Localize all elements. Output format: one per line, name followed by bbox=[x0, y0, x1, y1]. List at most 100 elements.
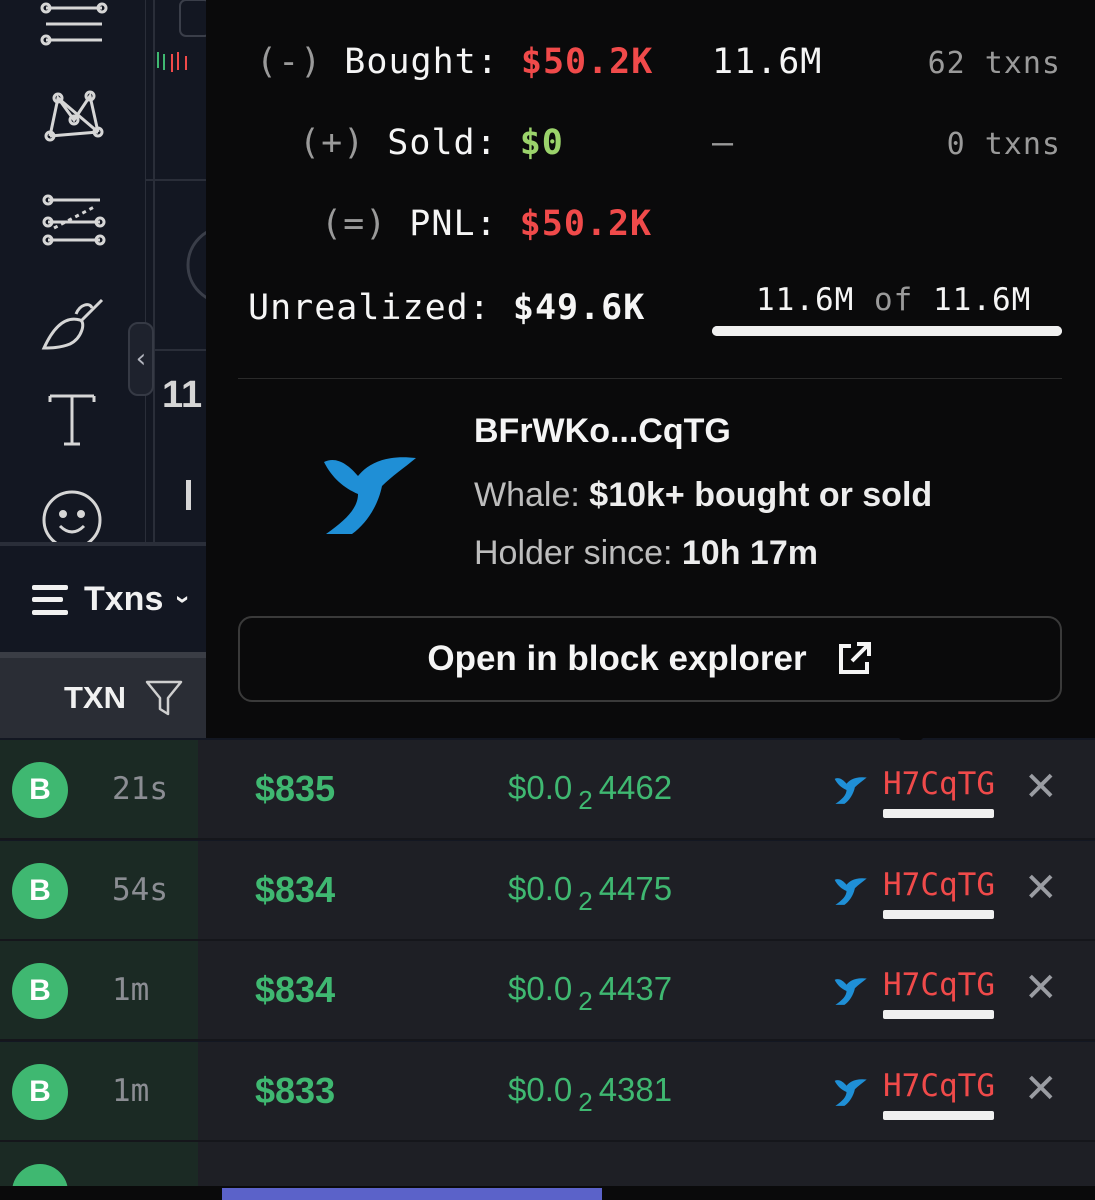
price-prefix: $0.0 bbox=[508, 869, 573, 907]
bought-usd: $50.2K bbox=[520, 42, 654, 82]
maker-underline bbox=[883, 1110, 994, 1120]
close-icon[interactable]: ✕ bbox=[1024, 764, 1058, 810]
bought-sign: (-) bbox=[256, 42, 323, 82]
txn-price: $0.0 2 4381 bbox=[508, 1071, 672, 1118]
sold-label: Sold: bbox=[387, 123, 498, 163]
price-digits: 4462 bbox=[598, 769, 673, 806]
txn-price: $0.0 2 4437 bbox=[508, 970, 672, 1017]
filter-icon[interactable] bbox=[144, 678, 184, 718]
pattern-tool[interactable] bbox=[30, 76, 114, 156]
bought-row: (-) Bought: $50.2K bbox=[256, 42, 653, 82]
text-tool[interactable] bbox=[30, 378, 114, 458]
sold-txns: 0 txns bbox=[946, 127, 1061, 162]
whale-icon bbox=[832, 875, 868, 911]
whale-description: $10k+ bought or sold bbox=[589, 476, 933, 514]
chevron-down-icon: › bbox=[169, 595, 200, 604]
txn-age: 1m bbox=[112, 972, 150, 1008]
txn-age: 1m bbox=[112, 1072, 150, 1109]
horizontal-lines-icon bbox=[40, 2, 108, 46]
txn-usd: $835 bbox=[255, 768, 336, 809]
holdings-progress-fill bbox=[712, 326, 1062, 336]
txn-column-label: TXN bbox=[64, 680, 126, 715]
holdings-text: 11.6M of 11.6M bbox=[756, 282, 1031, 318]
pnl-usd: $50.2K bbox=[519, 204, 653, 244]
txn-price: $0.0 2 4475 bbox=[508, 870, 672, 917]
holdings-total: 11.6M bbox=[933, 282, 1032, 318]
open-block-explorer-label: Open in block explorer bbox=[427, 639, 807, 678]
list-icon bbox=[32, 584, 68, 615]
txns-tab-bar: Txns › bbox=[0, 542, 206, 654]
holdings-progress-bar bbox=[712, 326, 1062, 336]
txn-price: $0.0 2 4462 bbox=[508, 769, 672, 816]
unrealized-label: Unrealized: bbox=[248, 288, 491, 328]
pnl-label: PNL: bbox=[409, 204, 498, 244]
text-tool-icon bbox=[48, 394, 96, 446]
price-zero-count: 2 bbox=[578, 986, 593, 1016]
sold-tokens: — bbox=[712, 123, 735, 163]
bought-tokens: 11.6M bbox=[712, 42, 823, 82]
collapse-toolbar-button[interactable]: ‹ bbox=[128, 322, 154, 396]
chevron-left-icon: ‹ bbox=[135, 344, 147, 374]
maker-link[interactable]: H7CqTG bbox=[883, 867, 995, 903]
open-block-explorer-button[interactable]: Open in block explorer bbox=[238, 616, 1062, 702]
brush-tool[interactable] bbox=[30, 282, 114, 362]
holder-since-label: Holder since: bbox=[474, 534, 673, 572]
drawing-toolbar bbox=[0, 0, 146, 550]
maker-link[interactable]: H7CqTG bbox=[883, 1068, 995, 1104]
bought-label: Bought: bbox=[344, 42, 499, 82]
price-digits: 4475 bbox=[598, 869, 673, 907]
chart-grid bbox=[146, 0, 206, 542]
price-zero-count: 2 bbox=[578, 1086, 593, 1117]
close-icon[interactable]: ✕ bbox=[1024, 965, 1058, 1011]
price-digits: 4437 bbox=[598, 970, 673, 1007]
price-prefix: $0.0 bbox=[508, 769, 573, 806]
price-prefix: $0.0 bbox=[508, 1070, 573, 1108]
horizontal-lines-tool[interactable] bbox=[30, 0, 114, 62]
pattern-icon bbox=[44, 90, 104, 142]
holder-since: Holder since: 10h 17m bbox=[474, 534, 818, 573]
sold-usd: $0 bbox=[519, 123, 564, 163]
txn-usd: $834 bbox=[255, 868, 336, 910]
buy-badge: B bbox=[12, 762, 68, 818]
txn-column-header: TXN bbox=[0, 652, 206, 738]
sold-row: (+) Sold: $0 bbox=[299, 123, 564, 163]
table-row[interactable]: B 1m $833 $0.0 2 4381 H7CqTG ✕ bbox=[0, 1041, 1095, 1142]
horizontal-scrollbar[interactable] bbox=[222, 1188, 602, 1200]
close-icon[interactable]: ✕ bbox=[1024, 1066, 1058, 1112]
maker-link[interactable]: H7CqTG bbox=[883, 766, 995, 802]
popover-divider bbox=[238, 378, 1062, 379]
txn-usd: $834 bbox=[255, 969, 336, 1010]
holder-address: BFrWKo...CqTG bbox=[474, 412, 731, 450]
maker-link[interactable]: H7CqTG bbox=[883, 967, 995, 1003]
holder-since-value: 10h 17m bbox=[681, 534, 818, 572]
price-zero-count: 2 bbox=[578, 885, 593, 916]
close-icon[interactable]: ✕ bbox=[1024, 865, 1058, 911]
external-link-icon bbox=[838, 642, 871, 674]
chart-area[interactable]: 11 bbox=[146, 0, 206, 542]
buy-badge: B bbox=[12, 862, 68, 919]
unrealized-row: Unrealized: $49.6K bbox=[248, 288, 645, 328]
txns-tab[interactable]: Txns › bbox=[32, 580, 199, 619]
chart-price-fragment: 11 bbox=[162, 374, 203, 416]
table-row[interactable]: B 21s $835 $0.0 2 4462 H7CqTG ✕ bbox=[0, 740, 1095, 840]
price-digits: 4381 bbox=[598, 1070, 673, 1108]
pnl-row: (=) PNL: $50.2K bbox=[321, 204, 652, 244]
txn-usd: $833 bbox=[255, 1069, 336, 1111]
maker-underline bbox=[883, 809, 994, 818]
table-row[interactable]: B 1m $834 $0.0 2 4437 H7CqTG ✕ bbox=[0, 941, 1095, 1041]
fib-retracement-icon bbox=[42, 194, 106, 246]
pnl-sign: (=) bbox=[321, 204, 388, 244]
txn-age: 21s bbox=[112, 771, 168, 807]
holdings-of: of bbox=[874, 282, 914, 318]
whale-icon bbox=[324, 457, 416, 534]
maker-underline bbox=[883, 909, 994, 919]
unrealized-usd: $49.6K bbox=[512, 288, 646, 328]
fib-retracement-tool[interactable] bbox=[30, 180, 114, 260]
table-row[interactable]: B 54s $834 $0.0 2 4475 H7CqTG ✕ bbox=[0, 840, 1095, 941]
price-zero-count: 2 bbox=[578, 785, 593, 815]
maker-underline bbox=[883, 1010, 994, 1019]
whale-label: Whale: bbox=[474, 476, 580, 514]
whale-icon bbox=[832, 1076, 868, 1112]
brush-icon bbox=[41, 298, 104, 350]
buy-badge: B bbox=[12, 1063, 68, 1120]
